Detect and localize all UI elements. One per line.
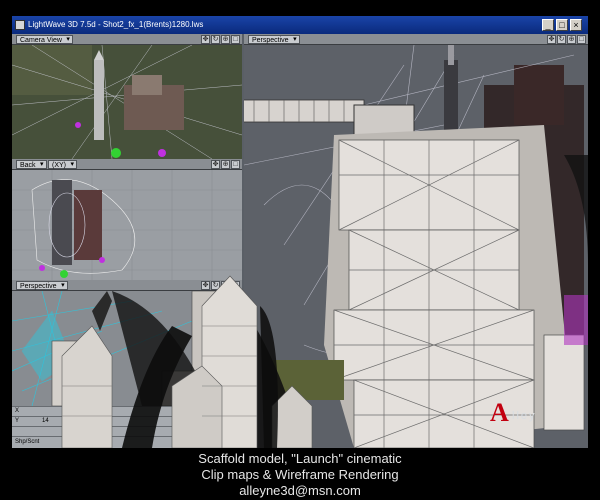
camera-view-viewport[interactable] (12, 45, 242, 159)
camera-view-render (12, 45, 242, 159)
app-icon (15, 20, 25, 30)
maximize-button[interactable]: □ (556, 19, 568, 31)
zoom-view-icon[interactable]: ⊕ (221, 160, 230, 169)
rotate-view-icon[interactable]: ↻ (557, 35, 566, 44)
minimize-button[interactable]: _ (542, 19, 554, 31)
move-view-icon[interactable]: ✥ (211, 160, 220, 169)
perspective-large-header: Perspective ✥↻⊕□ (244, 34, 588, 45)
foreground-towers (61, 275, 313, 448)
zoom-view-icon[interactable]: ⊕ (567, 35, 576, 44)
maximize-view-icon[interactable]: □ (231, 35, 240, 44)
y-value[interactable]: 14 (42, 417, 49, 426)
title-bar: LightWave 3D 7.5d - Shot2_fx_1(Brents)12… (12, 16, 588, 34)
close-button[interactable]: × (570, 19, 582, 31)
move-view-icon[interactable]: ✥ (547, 35, 556, 44)
caption-line-2: Clip maps & Wireframe Rendering (201, 467, 399, 482)
y-label: Y (15, 418, 20, 424)
camera-view-header: Camera View ✥↻⊕□ (12, 34, 242, 45)
maximize-view-icon[interactable]: □ (231, 160, 240, 169)
rotate-view-icon[interactable]: ↻ (211, 35, 220, 44)
back-view-render (12, 170, 242, 280)
watermark-logo-letter: A (490, 398, 509, 427)
zoom-view-icon[interactable]: ⊕ (221, 35, 230, 44)
maximize-view-icon[interactable]: □ (577, 35, 586, 44)
lightwave-window: LightWave 3D 7.5d - Shot2_fx_1(Brents)12… (12, 16, 588, 448)
back-view-viewport[interactable] (12, 170, 242, 280)
status-bar-text: Shp/Scnt (15, 439, 40, 445)
caption-email: alleyne3d@msn.com (239, 483, 361, 498)
camera-view-tools: ✥ ↻ ⊕ □ (200, 35, 240, 44)
move-view-icon[interactable]: ✥ (201, 35, 210, 44)
back-view-zoom-dropdown[interactable]: (XY) (48, 160, 77, 170)
window-title: LightWave 3D 7.5d - Shot2_fx_1(Brents)12… (28, 20, 204, 29)
caption-line-1: Scaffold model, "Launch" cinematic (198, 451, 402, 466)
back-view-dropdown[interactable]: Back (16, 160, 47, 170)
back-view-tools: ✥ ⊕ □ (210, 160, 240, 169)
x-label: X (15, 408, 20, 414)
perspective-large-tools: ✥ ↻ ⊕ □ (546, 35, 586, 44)
back-view-header: Back (XY) ✥⊕□ (12, 159, 242, 170)
camera-view-dropdown[interactable]: Camera View (16, 35, 73, 45)
watermark-logo-text: lley (512, 410, 537, 422)
perspective-large-view-dropdown[interactable]: Perspective (248, 35, 300, 45)
